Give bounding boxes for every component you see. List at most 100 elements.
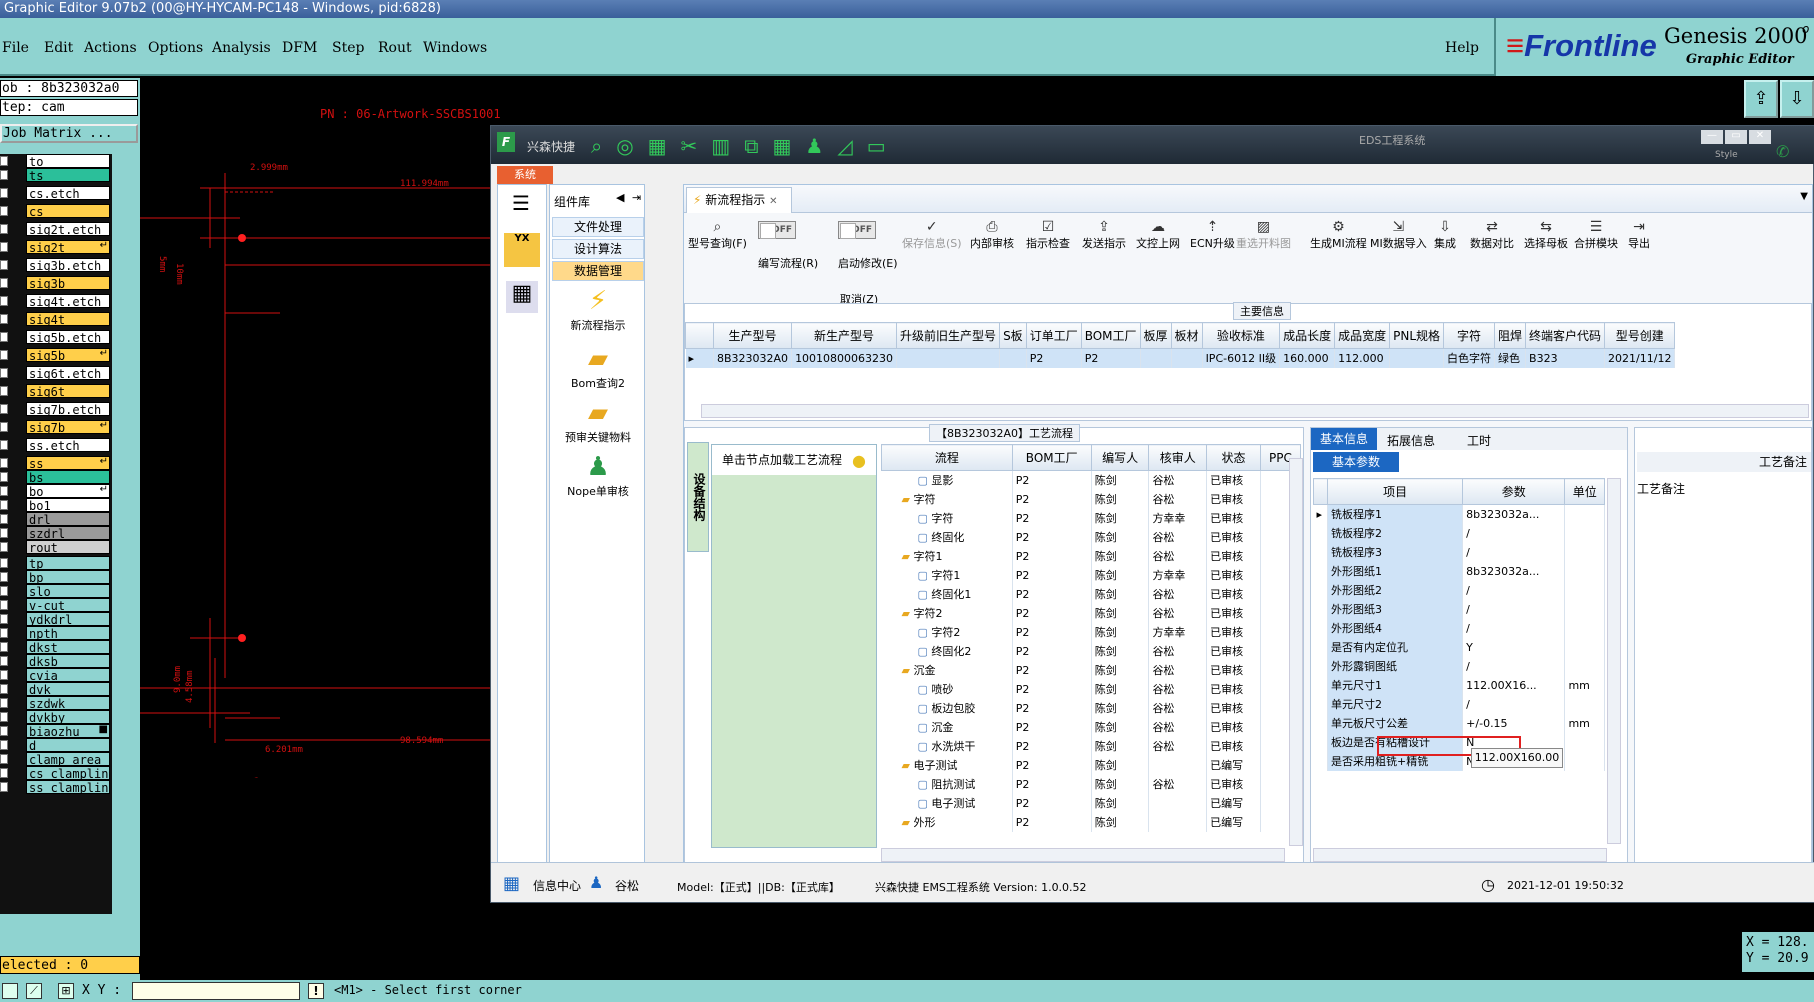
params-hscroll[interactable] bbox=[1313, 848, 1607, 862]
table-cell[interactable]: P2 bbox=[1081, 348, 1141, 368]
grid-icon[interactable]: ▦ bbox=[503, 873, 520, 894]
layer-row[interactable]: bo1 bbox=[0, 498, 112, 512]
layer-row[interactable]: sig6t bbox=[0, 384, 112, 398]
toolbar-button[interactable]: ☰ 合拼模块 bbox=[1574, 219, 1618, 251]
layer-name[interactable]: bs bbox=[26, 470, 110, 484]
layer-row[interactable]: sig2t.etch bbox=[0, 222, 112, 236]
tab-dropdown-icon[interactable]: ▼ bbox=[1800, 191, 1808, 202]
param-value[interactable]: / bbox=[1462, 599, 1566, 619]
table-cell[interactable] bbox=[1140, 348, 1172, 368]
toolbar-button[interactable]: ⇩ 集成 bbox=[1434, 219, 1456, 251]
process-row[interactable]: ▢ 电子测试 P2 陈剑 已编写 bbox=[881, 793, 1302, 813]
layer-row[interactable]: rout bbox=[0, 540, 112, 554]
layer-checkbox[interactable] bbox=[0, 278, 8, 288]
layer-checkbox[interactable] bbox=[0, 754, 8, 764]
param-value[interactable]: 8b323032a... bbox=[1462, 561, 1566, 581]
param-row[interactable]: 单元尺寸1 112.00X16... mm bbox=[1313, 675, 1605, 695]
param-value[interactable]: / bbox=[1462, 580, 1566, 600]
layer-checkbox[interactable] bbox=[0, 558, 8, 568]
horizontal-scrollbar[interactable] bbox=[701, 404, 1809, 418]
layer-name[interactable]: npth bbox=[26, 626, 110, 640]
nope-review-item[interactable]: ♟ Nope单审核 bbox=[550, 451, 646, 499]
bom-query-item[interactable]: ▰ Bom查询2 bbox=[550, 343, 646, 391]
layer-row[interactable]: bp bbox=[0, 570, 112, 584]
layer-row[interactable]: to bbox=[0, 154, 112, 168]
layer-checkbox[interactable] bbox=[0, 726, 8, 736]
param-value[interactable]: / bbox=[1462, 656, 1566, 676]
layer-row[interactable]: ss_clampline bbox=[0, 780, 112, 794]
toolbar-button[interactable]: ▨ 重选开料图 bbox=[1236, 219, 1291, 251]
layer-checkbox[interactable] bbox=[0, 614, 8, 624]
layer-checkbox[interactable] bbox=[0, 600, 8, 610]
param-value[interactable]: Y bbox=[1462, 637, 1566, 657]
param-row[interactable]: 是否有内定位孔 Y bbox=[1313, 637, 1605, 657]
layer-checkbox[interactable] bbox=[0, 350, 8, 360]
layer-checkbox[interactable] bbox=[0, 740, 8, 750]
layer-name[interactable]: biaozhu bbox=[26, 724, 110, 738]
layer-name[interactable]: bo1 bbox=[26, 498, 110, 512]
layer-row[interactable]: sig3b bbox=[0, 276, 112, 290]
layer-checkbox[interactable] bbox=[0, 698, 8, 708]
layer-row[interactable]: clamp_area bbox=[0, 752, 112, 766]
layer-name[interactable]: sig2t bbox=[26, 240, 110, 254]
process-row[interactable]: ▢ 终固化1 P2 陈剑 谷松 已审核 bbox=[881, 584, 1302, 604]
layer-checkbox[interactable] bbox=[0, 404, 8, 414]
cad-canvas[interactable]: 2.999mm 111.994mm 5mm 10mm 9.0mm 4.58mm … bbox=[140, 78, 500, 778]
menu-help[interactable]: Help bbox=[1445, 40, 1479, 56]
toolbar-button[interactable]: ⚙ 生成MI流程 bbox=[1310, 219, 1367, 251]
import-icon[interactable]: ⇩ bbox=[1780, 80, 1814, 118]
column-header[interactable]: 生产型号 bbox=[712, 322, 793, 349]
layer-row[interactable]: cvia bbox=[0, 668, 112, 682]
comp-item-data[interactable]: 数据管理 bbox=[552, 261, 644, 281]
menu-actions[interactable]: Actions bbox=[84, 40, 137, 56]
param-row[interactable]: 外形露铜图纸 / bbox=[1313, 656, 1605, 676]
layer-checkbox[interactable] bbox=[0, 656, 8, 666]
style-label[interactable]: Style bbox=[1715, 150, 1738, 160]
toolbar-button[interactable]: ⇥ 导出 bbox=[1628, 219, 1650, 251]
param-value[interactable]: 112.00X16... bbox=[1462, 675, 1566, 695]
table-cell[interactable]: 8B323032A0 bbox=[713, 348, 793, 368]
column-header[interactable]: 核审人 bbox=[1148, 444, 1208, 471]
layer-checkbox[interactable] bbox=[0, 440, 8, 450]
menu-options[interactable]: Options bbox=[148, 40, 203, 56]
layer-name[interactable]: sig7b bbox=[26, 420, 110, 434]
layer-checkbox[interactable] bbox=[0, 472, 8, 482]
layer-row[interactable]: cs.etch bbox=[0, 186, 112, 200]
export-icon[interactable]: ⇪ bbox=[1744, 80, 1778, 118]
process-row[interactable]: ▢ 字符2 P2 陈剑 方幸幸 已审核 bbox=[881, 622, 1302, 642]
layer-row[interactable]: dksb bbox=[0, 654, 112, 668]
grid-icon[interactable]: ⊞ bbox=[58, 983, 74, 999]
column-header[interactable]: 型号创建 bbox=[1604, 322, 1676, 349]
layer-row[interactable]: sig7b ↵ bbox=[0, 420, 112, 434]
close-button[interactable]: ✕ bbox=[1749, 130, 1771, 144]
layer-checkbox[interactable] bbox=[0, 684, 8, 694]
table-cell[interactable] bbox=[999, 348, 1027, 368]
layer-checkbox[interactable] bbox=[0, 782, 8, 792]
layer-name[interactable]: szdrl bbox=[26, 526, 110, 540]
process-row[interactable]: ▰ 外形 P2 陈剑 已编写 bbox=[881, 812, 1302, 832]
layer-name[interactable]: v-cut bbox=[26, 598, 110, 612]
tab-basic-info[interactable]: 基本信息 bbox=[1311, 428, 1377, 450]
layer-row[interactable]: v-cut bbox=[0, 598, 112, 612]
layer-checkbox[interactable] bbox=[0, 572, 8, 582]
layer-checkbox[interactable] bbox=[0, 188, 8, 198]
layer-name[interactable]: dvk bbox=[26, 682, 110, 696]
table-cell[interactable]: IPC-6012 II级 bbox=[1202, 348, 1281, 368]
column-header[interactable]: S板 bbox=[999, 322, 1027, 349]
close-tab-icon[interactable]: ✕ bbox=[769, 196, 777, 207]
layer-name[interactable]: cs.etch bbox=[26, 186, 110, 200]
table-cell[interactable] bbox=[1389, 348, 1445, 368]
toolbar-button[interactable]: ⇲ MI数据导入 bbox=[1370, 219, 1427, 251]
layer-row[interactable]: sig4t bbox=[0, 312, 112, 326]
toolbar-button[interactable]: ☑ 指示检查 bbox=[1026, 219, 1070, 251]
table-cell[interactable]: 112.000 bbox=[1334, 348, 1391, 368]
measure-icon[interactable]: ⟋ bbox=[26, 983, 42, 999]
toolbar-button[interactable]: ⇪ 发送指示 bbox=[1082, 219, 1126, 251]
param-row[interactable]: 外形图纸3/ bbox=[1313, 599, 1605, 619]
param-row[interactable]: 单元尺寸2/ bbox=[1313, 694, 1605, 714]
layer-checkbox[interactable] bbox=[0, 500, 8, 510]
menu-dfm[interactable]: DFM bbox=[282, 40, 317, 56]
layer-checkbox[interactable] bbox=[0, 368, 8, 378]
table-cell[interactable]: 2021/11/12 bbox=[1604, 348, 1676, 368]
layer-name[interactable]: bp bbox=[26, 570, 110, 584]
